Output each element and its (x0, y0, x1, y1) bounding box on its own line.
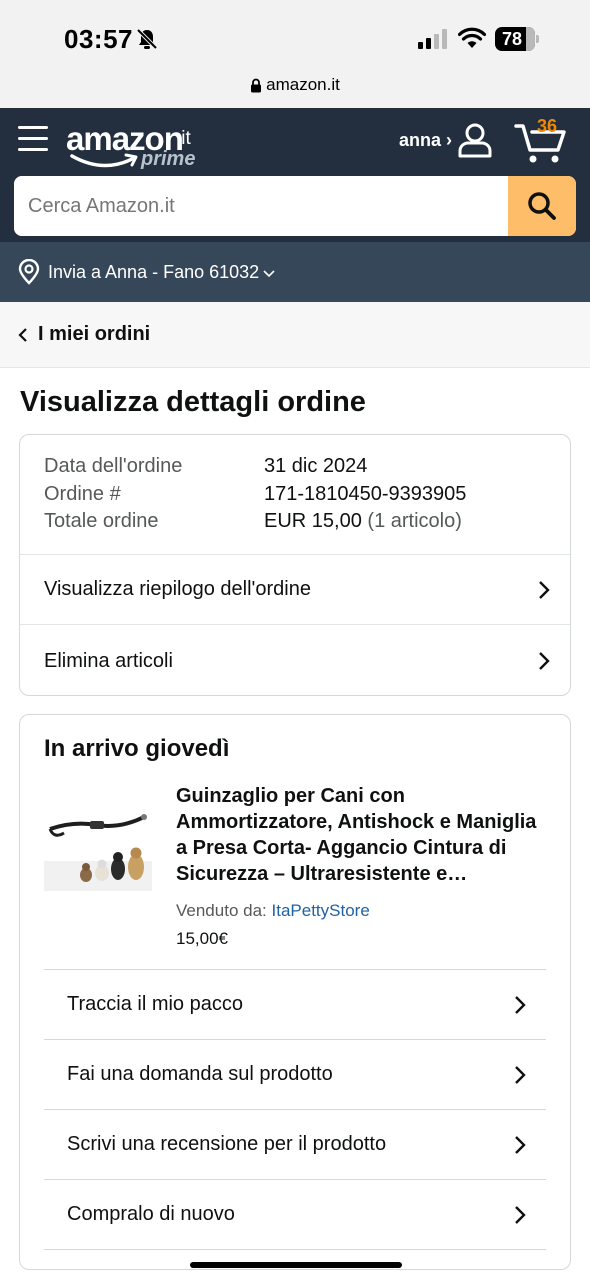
search-icon (528, 192, 556, 220)
cart-button[interactable]: 36 (514, 116, 566, 163)
chevron-right-icon (539, 652, 550, 670)
logo-tld: .it (176, 128, 191, 149)
logo-smile-icon (70, 153, 138, 168)
product-price: 15,00€ (176, 929, 228, 948)
order-info-card: Data dell'ordine 31 dic 2024 Ordine # 17… (19, 434, 571, 696)
site-header: amazon .it prime anna › 36 (0, 108, 590, 242)
write-review-button[interactable]: Scrivi una recensione per il prodotto (44, 1110, 546, 1180)
search-input[interactable] (14, 176, 508, 236)
order-total-label: Totale ordine (44, 510, 159, 532)
logo-prime: prime (141, 148, 196, 170)
shipment-status-title: In arrivo giovedì (44, 735, 230, 762)
battery-indicator: 78 (495, 27, 539, 51)
status-bar: 03:57 78 (0, 0, 590, 70)
seller-link[interactable]: ItaPettyStore (272, 901, 370, 920)
delivery-location-bar[interactable]: Invia a Anna - Fano 61032 (0, 242, 590, 302)
order-total-value: EUR 15,00 (1 articolo) (264, 510, 462, 533)
chevron-right-icon (515, 1206, 526, 1224)
chevron-down-icon (263, 270, 275, 278)
delivery-text: Invia a Anna - Fano 61032 (48, 261, 260, 282)
order-date-value: 31 dic 2024 (264, 455, 368, 477)
location-pin-icon (18, 259, 40, 285)
order-details: Data dell'ordine 31 dic 2024 Ordine # 17… (20, 435, 570, 555)
url-text: amazon.it (266, 75, 340, 94)
lock-icon (251, 78, 262, 92)
user-icon[interactable] (457, 122, 493, 158)
order-item-count: (1 articolo) (367, 510, 462, 532)
order-date-label: Data dell'ordine (44, 455, 183, 477)
order-number-label: Ordine # (44, 483, 121, 505)
status-time: 03:57 (64, 24, 133, 54)
order-number-value: 171-1810450-9393905 (264, 483, 467, 505)
write-review-label: Scrivi una recensione per il prodotto (67, 1133, 387, 1155)
page-title: Visualizza dettagli ordine (20, 386, 366, 418)
menu-icon[interactable] (18, 126, 48, 154)
search-button[interactable] (508, 176, 576, 236)
browser-url-bar[interactable]: amazon.it (0, 70, 590, 108)
chevron-right-icon (515, 1066, 526, 1084)
view-order-summary-link[interactable]: Visualizza riepilogo dell'ordine (20, 555, 570, 625)
sold-by-line: Venduto da: ItaPettyStore (176, 901, 370, 921)
shipment-actions: Traccia il mio pacco Fai una domanda sul… (44, 969, 546, 1250)
ask-product-question-label: Fai una domanda sul prodotto (67, 1063, 333, 1085)
track-package-button[interactable]: Traccia il mio pacco (44, 970, 546, 1040)
buy-again-button[interactable]: Compralo di nuovo (44, 1180, 546, 1250)
chevron-left-icon (18, 327, 27, 342)
account-link[interactable]: anna › (399, 130, 452, 151)
cart-count: 36 (536, 116, 558, 136)
chevron-right-icon (539, 581, 550, 599)
amazon-prime-logo[interactable]: amazon .it prime (66, 120, 206, 178)
bell-slash-icon (136, 28, 158, 50)
delete-items-link[interactable]: Elimina articoli (20, 626, 570, 696)
battery-level: 78 (501, 29, 523, 49)
search-box (14, 176, 576, 236)
view-order-summary-label: Visualizza riepilogo dell'ordine (44, 578, 311, 600)
breadcrumb[interactable]: I miei ordini (0, 302, 590, 368)
delete-items-label: Elimina articoli (44, 649, 173, 672)
order-total-amount: EUR 15,00 (264, 510, 362, 532)
chevron-right-icon (515, 996, 526, 1014)
wifi-icon (458, 27, 486, 48)
sold-by-label: Venduto da: (176, 901, 267, 920)
home-indicator[interactable] (190, 1262, 402, 1268)
track-package-label: Traccia il mio pacco (67, 993, 243, 1015)
breadcrumb-label: I miei ordini (38, 323, 151, 345)
chevron-right-icon (515, 1136, 526, 1154)
buy-again-label: Compralo di nuovo (67, 1203, 235, 1225)
ask-product-question-button[interactable]: Fai una domanda sul prodotto (44, 1040, 546, 1110)
signal-icon (418, 29, 447, 49)
product-title-link[interactable]: Guinzaglio per Cani con Ammortizzatore, … (176, 783, 548, 887)
product-image[interactable] (44, 809, 152, 891)
shipment-card: In arrivo giovedì Guinzaglio per Cani co… (19, 714, 571, 1270)
